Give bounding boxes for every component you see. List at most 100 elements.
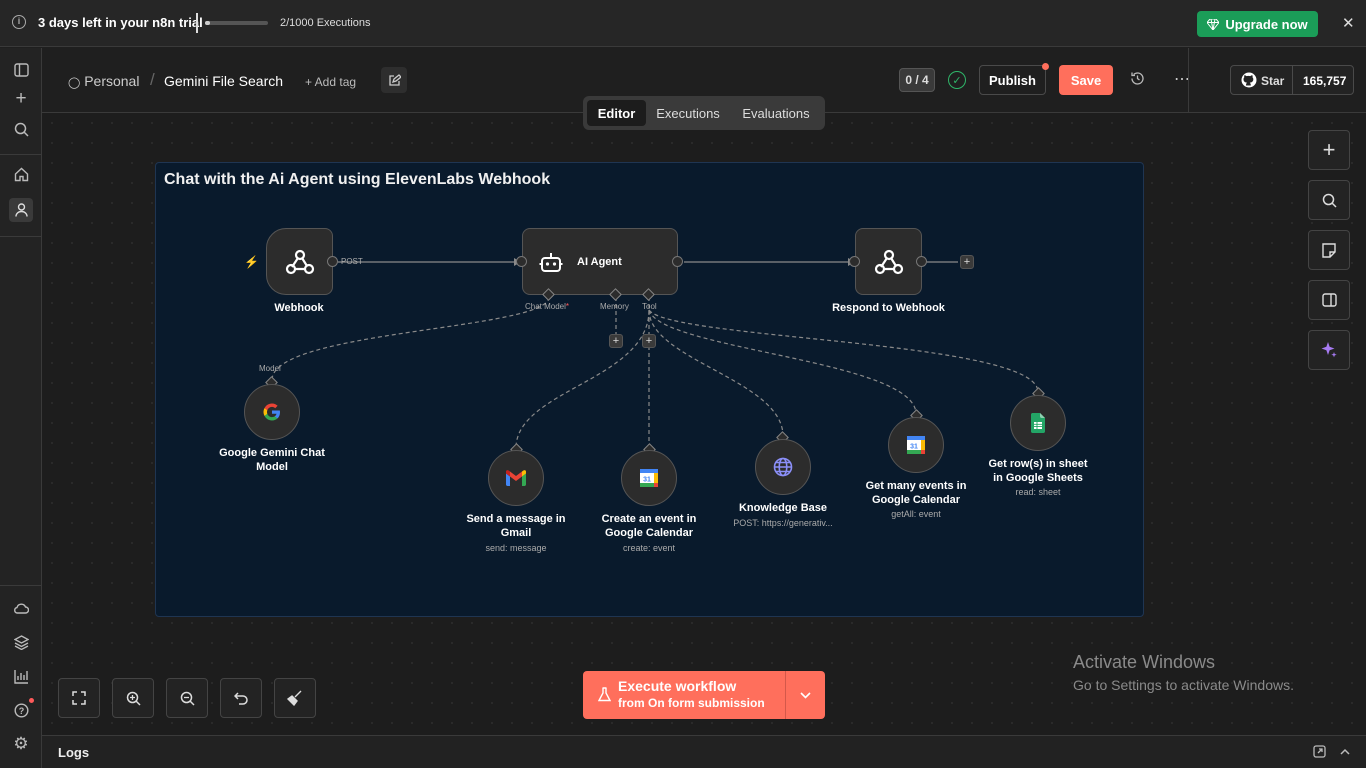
undo-button[interactable] [220, 678, 262, 718]
templates-icon[interactable] [11, 632, 31, 652]
respond-input-port[interactable] [849, 256, 860, 267]
sheets-node-subtitle: read: sheet [1015, 487, 1061, 497]
webhook-icon [874, 249, 903, 274]
google-icon [263, 403, 280, 421]
sidebar-divider [0, 236, 41, 237]
respond-output-port[interactable] [916, 256, 927, 267]
checklist-counter[interactable]: 0 / 4 [899, 68, 935, 92]
home-icon[interactable] [11, 164, 31, 184]
calendar-get-node-label: Get many events in Google Calendar [865, 480, 967, 506]
panel-icon [1321, 293, 1337, 307]
upgrade-now-button[interactable]: Upgrade now [1197, 11, 1318, 37]
breadcrumb-separator: / [150, 70, 155, 89]
search-icon[interactable] [11, 119, 31, 139]
google-sheets-node[interactable] [1010, 395, 1066, 451]
activate-windows-title: Activate Windows [1073, 652, 1216, 672]
agent-input-port[interactable] [516, 256, 527, 267]
tidy-up-button[interactable] [274, 678, 316, 718]
logs-panel-bar[interactable]: Logs [42, 735, 1366, 768]
add-next-node-button[interactable]: + [960, 255, 974, 269]
fullscreen-icon [72, 691, 86, 705]
save-button[interactable]: Save [1059, 65, 1113, 95]
pop-out-icon[interactable] [1313, 745, 1326, 763]
calendar-get-node-subtitle: getAll: event [891, 509, 941, 519]
sparkle-icon [1321, 342, 1337, 358]
sheets-node-label: Get row(s) in sheet in Google Sheets [988, 458, 1088, 484]
settings-gear-icon[interactable]: ⚙ [11, 734, 31, 754]
view-tabs: Editor Executions Evaluations [583, 96, 825, 130]
flask-icon [598, 687, 611, 702]
add-icon[interactable]: + [11, 88, 31, 109]
personal-icon[interactable] [9, 198, 33, 222]
svg-text:31: 31 [910, 444, 918, 451]
tab-executions[interactable]: Executions [649, 100, 727, 126]
sidebar-divider [0, 585, 41, 586]
cloud-icon[interactable] [11, 598, 31, 618]
svg-text:31: 31 [643, 477, 651, 484]
add-sticky-button[interactable] [1308, 230, 1350, 270]
search-nodes-button[interactable] [1308, 180, 1350, 220]
execute-workflow-button[interactable]: Execute workflow from On form submission [583, 671, 825, 719]
calendar-create-node-subtitle: create: event [622, 543, 676, 553]
star-label: Star [1261, 74, 1285, 88]
globe-icon [773, 457, 793, 477]
add-node-button[interactable]: + [1308, 130, 1350, 170]
add-memory-button[interactable]: + [609, 334, 623, 348]
chevron-up-icon[interactable] [1339, 745, 1351, 763]
execute-workflow-subtitle: from On form submission [618, 696, 765, 710]
executions-count: 2/1000 Executions [280, 17, 371, 29]
workflow-name[interactable]: Gemini File Search [164, 73, 283, 89]
zoom-out-button[interactable] [166, 678, 208, 718]
google-gemini-node[interactable] [244, 384, 300, 440]
fit-view-button[interactable] [58, 678, 100, 718]
tab-editor[interactable]: Editor [587, 100, 646, 126]
robot-icon [539, 252, 563, 272]
ai-agent-label: AI Agent [577, 255, 622, 268]
star-count: 165,757 [1303, 74, 1347, 88]
github-star-button[interactable]: Star 165,757 [1230, 65, 1354, 95]
ai-assistant-button[interactable] [1308, 330, 1350, 370]
close-banner-icon[interactable]: ✕ [1342, 14, 1355, 32]
zoom-in-button[interactable] [112, 678, 154, 718]
tab-evaluations[interactable]: Evaluations [733, 100, 819, 126]
ai-agent-node[interactable]: AI Agent [522, 228, 678, 295]
insights-icon[interactable] [11, 666, 31, 686]
edit-description-button[interactable] [381, 67, 407, 93]
user-icon: ◯ [68, 77, 81, 89]
gmail-node-subtitle: send: message [485, 543, 547, 553]
breadcrumb-project[interactable]: ◯ Personal [68, 73, 139, 89]
check-circle-icon: ✓ [948, 71, 966, 89]
knowledge-base-node[interactable] [755, 439, 811, 495]
toggle-sidebar-icon[interactable] [11, 60, 31, 80]
executions-progress-bar [205, 21, 268, 25]
publish-button[interactable]: Publish [979, 65, 1046, 95]
trigger-dropdown-button[interactable] [786, 671, 825, 719]
webhook-node[interactable] [266, 228, 333, 295]
google-calendar-icon: 31 [640, 469, 658, 487]
tool-port-label: Tool [642, 302, 657, 311]
chat-model-port-label: Chat Model* [525, 302, 570, 311]
help-icon[interactable]: ? [11, 700, 31, 720]
header-divider [1188, 48, 1189, 113]
sidebar-divider [0, 154, 41, 155]
respond-to-webhook-node[interactable] [855, 228, 922, 295]
google-calendar-get-node[interactable]: 31 [888, 417, 944, 473]
memory-port-label: Memory [600, 302, 629, 311]
agent-output-port[interactable] [672, 256, 683, 267]
webhook-output-port[interactable] [327, 256, 338, 267]
google-sheets-icon [1031, 413, 1045, 433]
notification-dot [29, 698, 34, 703]
add-tag-link[interactable]: + Add tag [305, 75, 356, 89]
toggle-panel-button[interactable] [1308, 280, 1350, 320]
google-calendar-create-node[interactable]: 31 [621, 450, 677, 506]
respond-node-label: Respond to Webhook [832, 302, 945, 314]
broom-icon [287, 690, 302, 706]
gmail-node-label: Send a message in Gmail [466, 513, 566, 539]
gmail-icon [506, 470, 526, 486]
history-icon[interactable] [1130, 71, 1145, 91]
gemini-node-label: Google Gemini Chat Model [219, 447, 325, 473]
gmail-node[interactable] [488, 450, 544, 506]
trigger-bolt-icon: ⚡ [244, 255, 259, 269]
sticky-note-title: Chat with the Ai Agent using ElevenLabs … [164, 171, 551, 188]
add-tool-button[interactable]: + [642, 334, 656, 348]
